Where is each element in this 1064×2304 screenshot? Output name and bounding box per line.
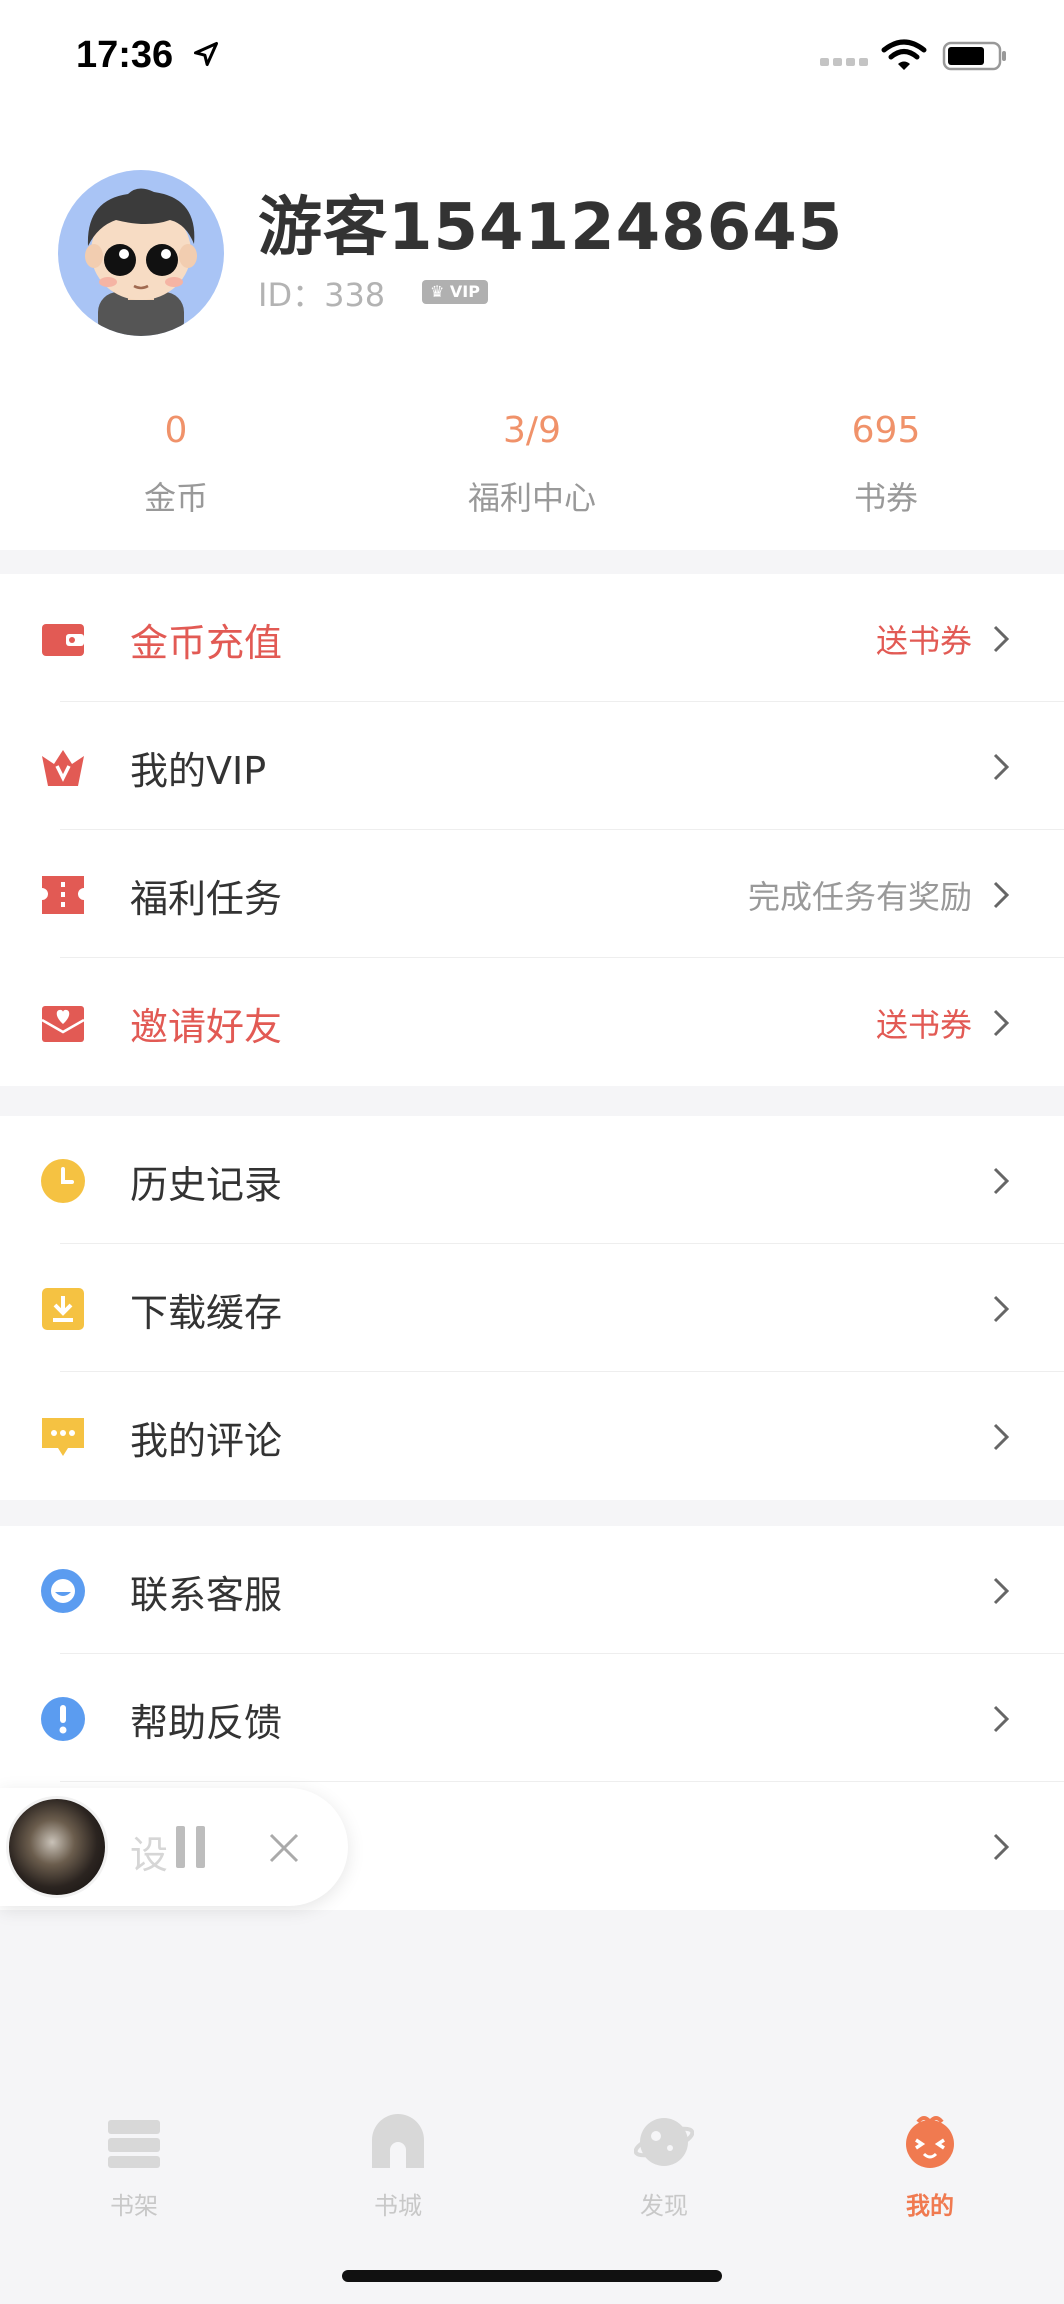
menu-extra: 送书券 [875,1006,972,1044]
menu-label: 帮助反馈 [130,1701,283,1745]
stat-book-vouchers[interactable]: 695 书券 [766,410,1006,519]
avatar[interactable] [58,170,224,336]
chevron-right-icon [993,625,1010,653]
tab-discover[interactable]: 发现 [574,2114,754,2221]
home-indicator [342,2270,722,2282]
menu-item-my-vip[interactable]: 我的VIP [0,702,1064,830]
download-icon [42,1288,84,1330]
vip-badge: ♛ VIP [422,280,488,304]
customer-service-icon [41,1569,85,1613]
menu-item-download-cache[interactable]: 下载缓存 [0,1244,1064,1372]
wallet-icon [42,624,84,656]
menu-label: 我的VIP [130,749,267,793]
menu-extra: 完成任务有奖励 [747,878,972,916]
menu-item-coin-recharge[interactable]: 金币充值 送书券 [0,574,1064,702]
location-arrow-icon [193,41,219,67]
tab-profile[interactable]: 我的 [840,2114,1020,2221]
bookstore-icon [372,2114,424,2168]
chevron-right-icon [993,1167,1010,1195]
chevron-right-icon [993,1423,1010,1451]
menu-label: 下载缓存 [130,1291,283,1335]
stat-label: 书券 [853,479,918,517]
status-bar: 17:36 [0,0,1064,110]
menu-extra: 送书券 [875,622,972,660]
stat-coins[interactable]: 0 金币 [56,410,296,519]
stat-value: 0 [164,410,188,451]
menu-label: 邀请好友 [130,1005,283,1049]
stat-value: 695 [851,410,921,451]
avatar-cartoon-icon [85,188,197,336]
stat-label: 金币 [143,479,208,517]
close-icon[interactable] [268,1832,300,1864]
pause-icon[interactable] [174,1826,208,1868]
chevron-right-icon [993,753,1010,781]
menu-label: 金币充值 [130,621,283,665]
profile-header: 游客1541248645 ID：338 ♛ VIP 0 金币 3/9 福利中心 … [0,110,1064,550]
user-id: ID：338 [258,276,386,314]
chevron-right-icon [993,1833,1010,1861]
comment-icon [42,1418,84,1456]
profile-icon [906,2116,954,2168]
tab-label: 发现 [640,2192,688,2220]
floating-audio-player[interactable]: 设 [0,1788,348,1906]
tab-bookstore[interactable]: 书城 [308,2114,488,2221]
audio-cover-image[interactable] [6,1796,108,1898]
menu-item-welfare-tasks[interactable]: 福利任务 完成任务有奖励 [0,830,1064,958]
menu-label: 联系客服 [130,1573,283,1617]
chevron-right-icon [993,1009,1010,1037]
ticket-icon [42,876,84,914]
menu-item-customer-service[interactable]: 联系客服 [0,1526,1064,1654]
username: 游客1541248645 [258,191,844,265]
status-time: 17:36 [76,34,174,76]
signal-icon [820,58,868,66]
battery-icon [942,41,1006,71]
menu-item-invite-friends[interactable]: 邀请好友 送书券 [0,958,1064,1086]
chevron-right-icon [993,881,1010,909]
wifi-icon [881,39,927,70]
stat-label: 福利中心 [467,479,596,517]
menu-item-history[interactable]: 历史记录 [0,1116,1064,1244]
stat-value: 3/9 [503,410,561,451]
menu-label: 我的评论 [130,1419,283,1463]
menu-item-help-feedback[interactable]: 帮助反馈 [0,1654,1064,1782]
chevron-right-icon [993,1577,1010,1605]
vip-badge-label: VIP [449,282,480,301]
tab-label: 书城 [374,2192,422,2220]
chevron-right-icon [993,1705,1010,1733]
invite-envelope-icon [41,1006,85,1042]
menu-label: 福利任务 [130,877,283,921]
bookshelf-icon [108,2120,160,2168]
settings-label-behind-player: 设 [130,1833,169,1877]
tab-label: 书架 [110,2192,158,2220]
tab-label: 我的 [906,2192,954,2220]
menu-group-account: 金币充值 送书券 我的VIP 福利任务 完成任务有奖励 邀请好友 送书券 [0,574,1064,1086]
crown-icon: ♛ [430,282,445,301]
help-icon [41,1697,85,1741]
discover-icon [634,2118,694,2166]
clock-icon [41,1159,85,1203]
menu-group-reading: 历史记录 下载缓存 我的评论 [0,1116,1064,1500]
menu-label: 历史记录 [130,1163,283,1207]
tab-bookshelf[interactable]: 书架 [44,2114,224,2221]
stat-welfare-center[interactable]: 3/9 福利中心 [412,410,652,519]
menu-item-my-comments[interactable]: 我的评论 [0,1372,1064,1500]
chevron-right-icon [993,1295,1010,1323]
vip-crown-icon [42,750,84,786]
